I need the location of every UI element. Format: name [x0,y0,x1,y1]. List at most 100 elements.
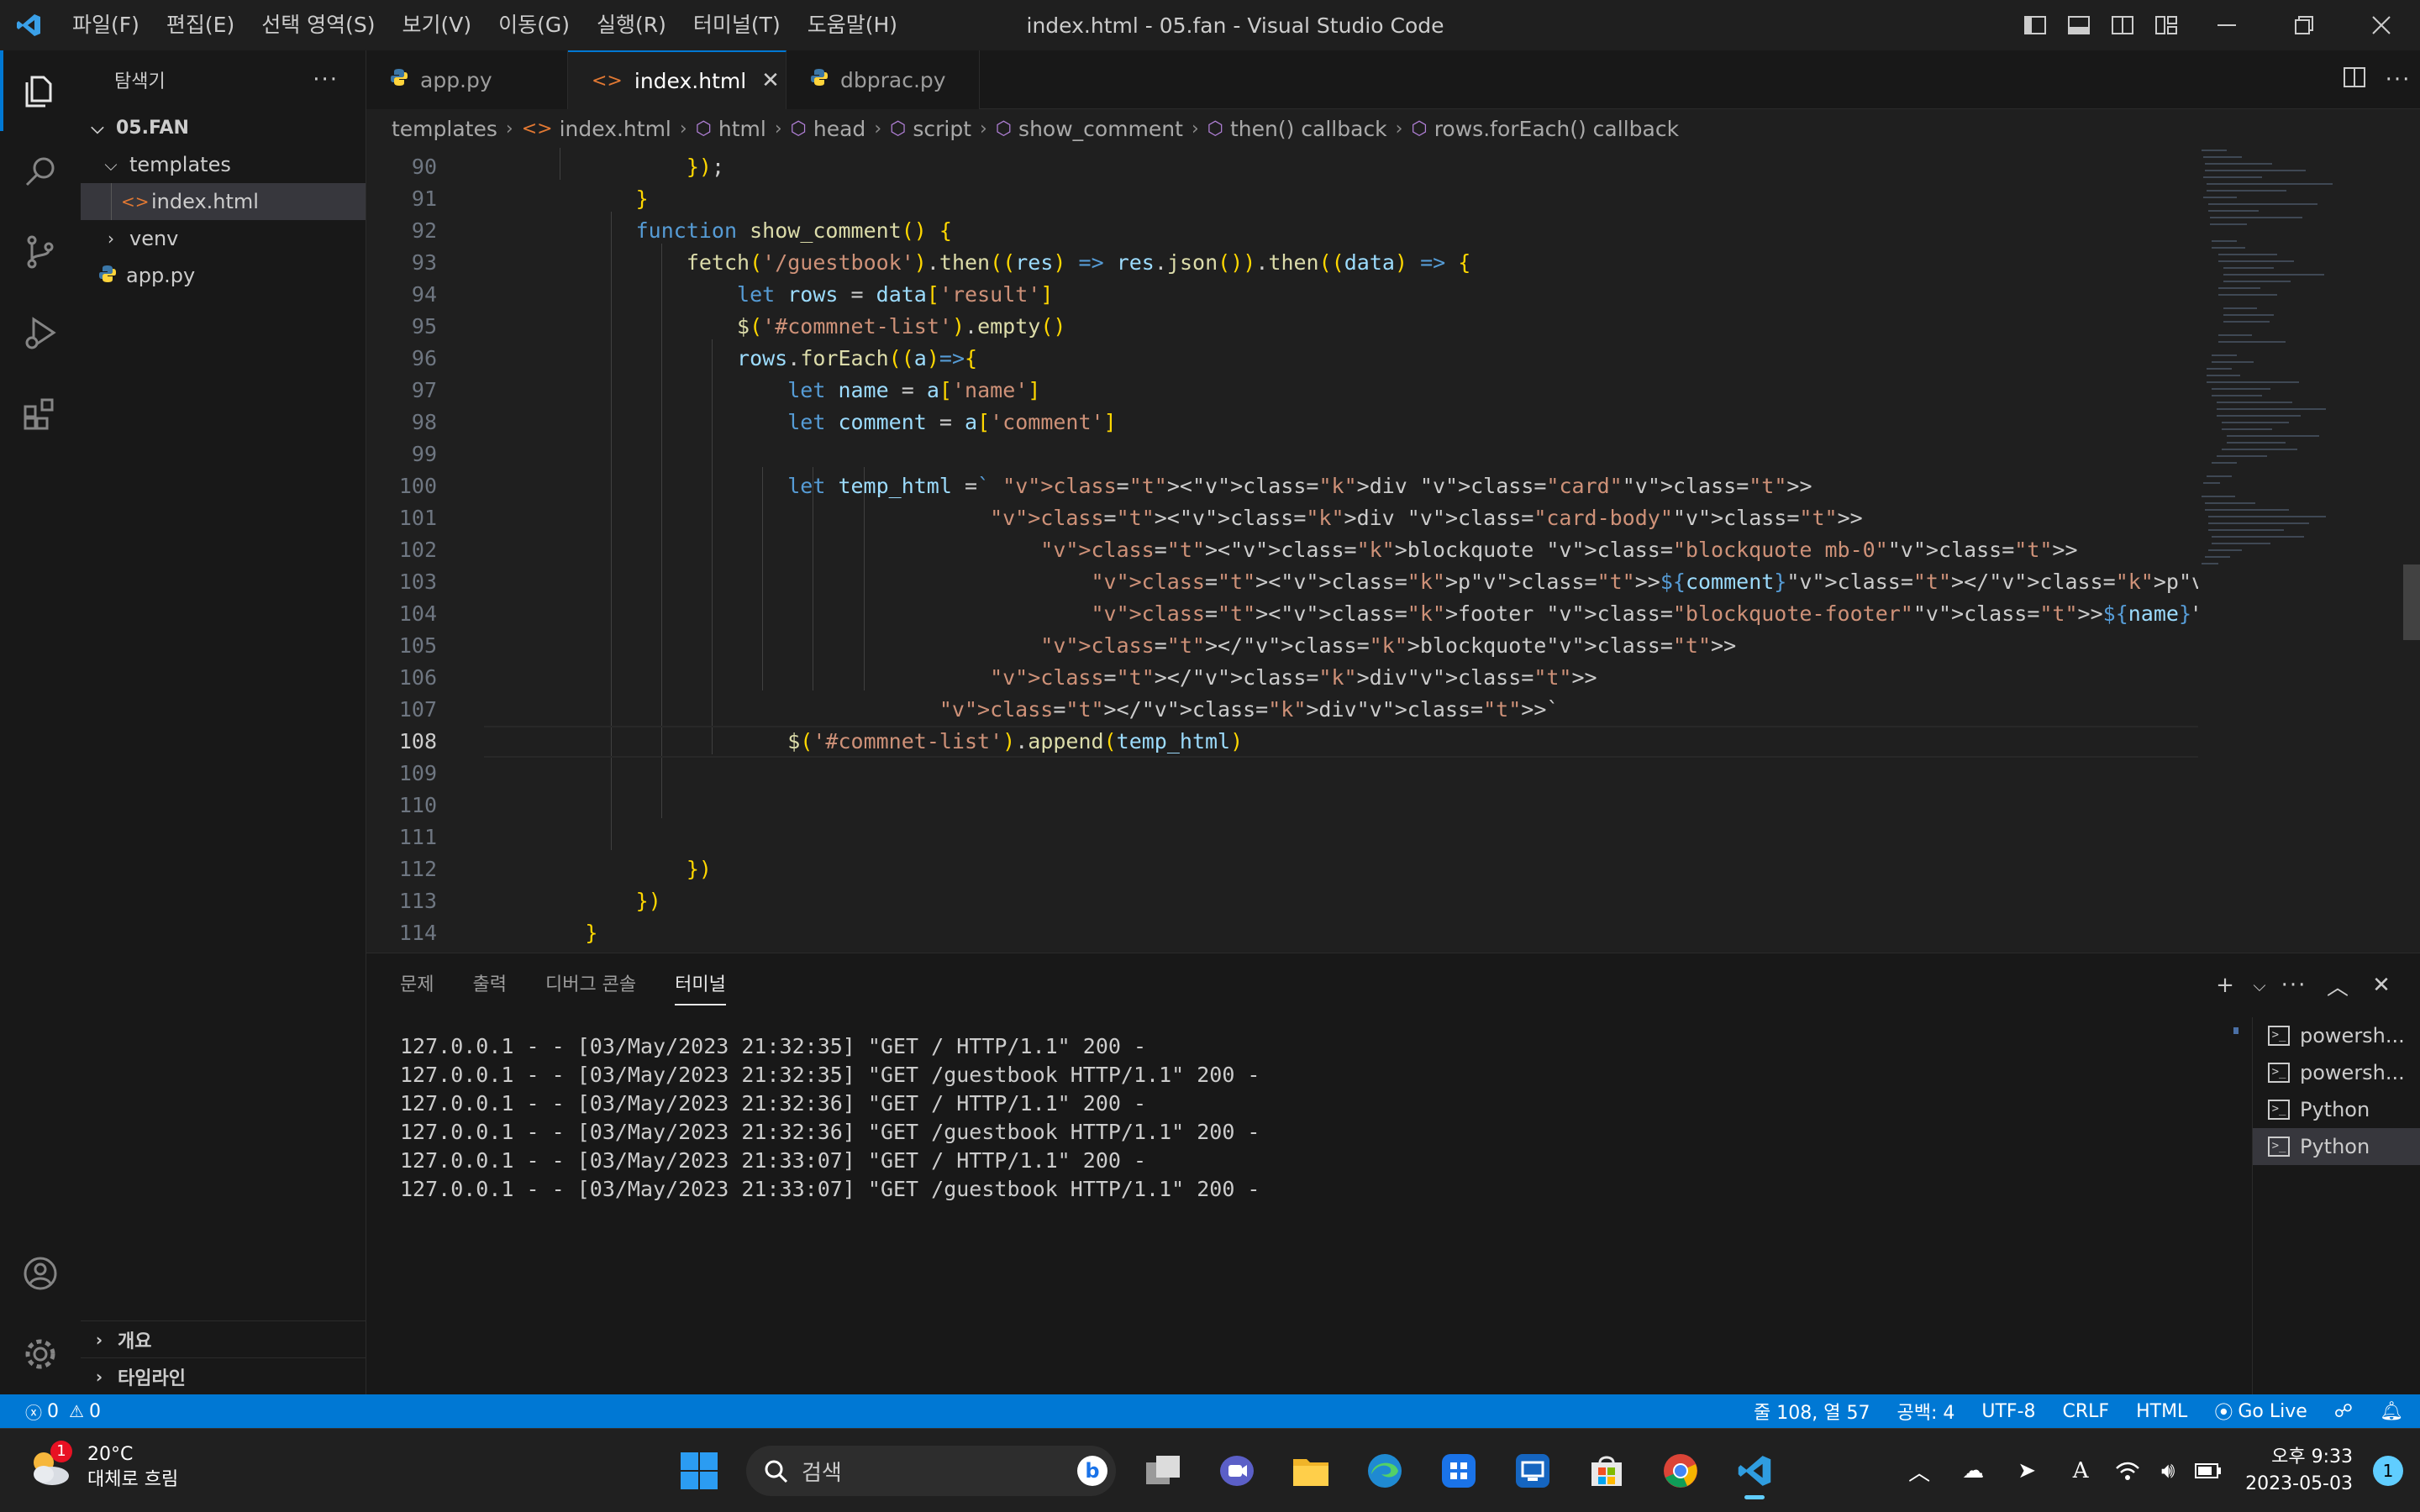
remote-desktop-icon[interactable] [1496,1439,1570,1503]
code-line[interactable]: 96 rows.forEach((a)=>{ [366,343,2198,375]
menu-view[interactable]: 보기(V) [389,0,486,50]
code-line[interactable]: 101 "v">class="t"><"v">class="k">div "v"… [366,502,2198,534]
search-icon[interactable] [0,131,81,212]
terminal-output[interactable]: 127.0.0.1 - - [03/May/2023 21:32:35] "GE… [400,1032,1260,1204]
tree-item-app-py[interactable]: app.py [81,257,366,294]
breadcrumb-symbol[interactable]: ⬡ rows.forEach() callback [1411,117,1679,141]
close-icon[interactable]: ✕ [761,68,780,93]
tree-item-venv[interactable]: › venv [81,220,366,257]
code-line[interactable]: 109 [366,758,2198,790]
terminal-item[interactable]: >_ powersh... [2253,1017,2420,1054]
close-panel-icon[interactable]: ✕ [2360,973,2403,998]
accounts-icon[interactable] [0,1233,81,1314]
customize-layout-icon[interactable] [2144,0,2188,50]
code-line[interactable]: 104 "v">class="t"><"v">class="k">footer … [366,598,2198,630]
tree-item-templates[interactable]: ⌵ templates [81,146,366,183]
code-editor[interactable]: 90 }); 91 } 92 function show_comment() {93… [366,148,2198,953]
minimize-icon[interactable] [2188,0,2265,50]
menu-edit[interactable]: 편집(E) [153,0,248,50]
folder-root[interactable]: ⌵ 05.FAN [81,109,366,146]
menu-go[interactable]: 이동(G) [485,0,583,50]
toggle-secondary-sidebar-icon[interactable] [2101,0,2144,50]
code-line[interactable]: 97 let name = a['name'] [366,375,2198,407]
notifications-bell-icon[interactable]: 🔔︎ [2380,1401,2403,1422]
toggle-sidebar-icon[interactable] [2013,0,2057,50]
breadcrumb-symbol[interactable]: ⬡ head [791,117,866,141]
outline-section[interactable]: › 개요 [81,1320,366,1357]
microsoft-store-icon[interactable] [1570,1439,1644,1503]
menu-file[interactable]: 파일(F) [57,0,153,50]
minimap[interactable] [2198,148,2400,953]
chrome-icon[interactable] [1644,1439,1718,1503]
code-line[interactable]: 94 let rows = data['result'] [366,279,2198,311]
show-hidden-icons-chevron-icon[interactable]: ︿ [1892,1439,1946,1503]
tab-app-py[interactable]: app.py [366,50,568,109]
code-line[interactable]: 110 [366,790,2198,822]
restore-icon[interactable] [2265,0,2343,50]
code-line[interactable]: 105 "v">class="t"></"v">class="k">blockq… [366,630,2198,662]
source-control-icon[interactable] [0,212,81,292]
terminal-item[interactable]: >_ powersh... [2253,1054,2420,1091]
end-of-line[interactable]: CRLF [2063,1401,2110,1422]
toggle-panel-icon[interactable] [2057,0,2101,50]
code-line[interactable]: 99 [366,438,2198,470]
encoding[interactable]: UTF-8 [1981,1401,2035,1422]
tab-output[interactable]: 출력 [472,953,506,1017]
code-line[interactable]: 111 [366,822,2198,853]
breadcrumb-symbol[interactable]: ⬡ show_comment [996,117,1183,141]
app-icon[interactable] [1422,1439,1496,1503]
problems-status[interactable]: ⓧ 0 ⚠ 0 [0,1399,101,1424]
code-line[interactable]: 100 let temp_html =` "v">class="t"><"v">… [366,470,2198,502]
ime-language-icon[interactable]: A [2054,1439,2107,1503]
chevron-down-icon[interactable]: ⌵ [2247,975,2272,995]
tab-debug-console[interactable]: 디버그 콘솔 [545,953,636,1017]
taskbar-search[interactable]: 검색 b [746,1446,1116,1496]
close-window-icon[interactable] [2343,0,2420,50]
code-line[interactable]: 113 }) [366,885,2198,917]
new-terminal-icon[interactable]: + [2203,973,2247,998]
code-line[interactable]: 103 "v">class="t"><"v">class="k">p"v">cl… [366,566,2198,598]
terminal-item[interactable]: >_ Python [2253,1091,2420,1128]
panel-more-actions-icon[interactable]: ··· [2272,973,2316,998]
onedrive-cloud-icon[interactable]: ☁ [1946,1439,2000,1503]
task-view-icon[interactable] [1126,1439,1200,1503]
menu-selection[interactable]: 선택 영역(S) [248,0,388,50]
clock[interactable]: 오후 9:33 2023-05-03 [2245,1444,2353,1498]
maximize-panel-icon[interactable]: ︿ [2316,970,2360,1001]
tab-problems[interactable]: 문제 [400,953,434,1017]
cursor-position[interactable]: 줄 108, 열 57 [1754,1398,1870,1425]
weather-widget[interactable]: 1 20°C 대체로 흐림 [25,1441,178,1493]
breadcrumb-symbol[interactable]: ⬡ then() callback [1207,117,1387,141]
code-line[interactable]: 93 fetch('/guestbook').then((res) => res… [366,247,2198,279]
explorer-icon[interactable] [0,50,81,131]
code-line[interactable]: 108 $('#commnet-list').append(temp_html) [366,726,2198,758]
breadcrumb-folder[interactable]: templates [392,117,497,141]
code-line[interactable]: 106 "v">class="t"></"v">class="k">div"v"… [366,662,2198,694]
extensions-icon[interactable] [0,373,81,454]
terminal-item[interactable]: >_ Python [2253,1128,2420,1165]
file-explorer-icon[interactable] [1274,1439,1348,1503]
code-line[interactable]: 92 function show_comment() { [366,215,2198,247]
code-line[interactable]: 102 "v">class="t"><"v">class="k">blockqu… [366,534,2198,566]
notification-badge[interactable]: 1 [2373,1456,2403,1486]
editor-more-actions-icon[interactable]: ··· [2376,67,2420,92]
language-mode[interactable]: HTML [2136,1401,2187,1422]
breadcrumb-symbol[interactable]: ⬡ html [696,117,766,141]
code-line[interactable]: 107 "v">class="t"></"v">class="k">div"v"… [366,694,2198,726]
code-line[interactable]: 114 } [366,917,2198,949]
tree-item-index-html[interactable]: <> index.html [81,183,366,220]
tab-dbprac-py[interactable]: dbprac.py [786,50,980,109]
tab-terminal[interactable]: 터미널 [675,953,726,1017]
code-line[interactable]: 95 $('#commnet-list').empty() [366,311,2198,343]
code-line[interactable]: 90 }); [366,151,2198,183]
send-icon[interactable]: ➤ [2000,1439,2054,1503]
breadcrumb-file[interactable]: <> index.html [522,117,671,141]
settings-gear-icon[interactable] [0,1314,81,1394]
code-line[interactable]: 112 }) [366,853,2198,885]
start-button[interactable] [662,1439,736,1503]
battery-icon[interactable] [2188,1439,2228,1503]
split-editor-icon[interactable] [2333,66,2376,93]
indentation[interactable]: 공백: 4 [1897,1398,1955,1425]
breadcrumb-symbol[interactable]: ⬡ script [890,117,971,141]
timeline-section[interactable]: › 타임라인 [81,1357,366,1394]
